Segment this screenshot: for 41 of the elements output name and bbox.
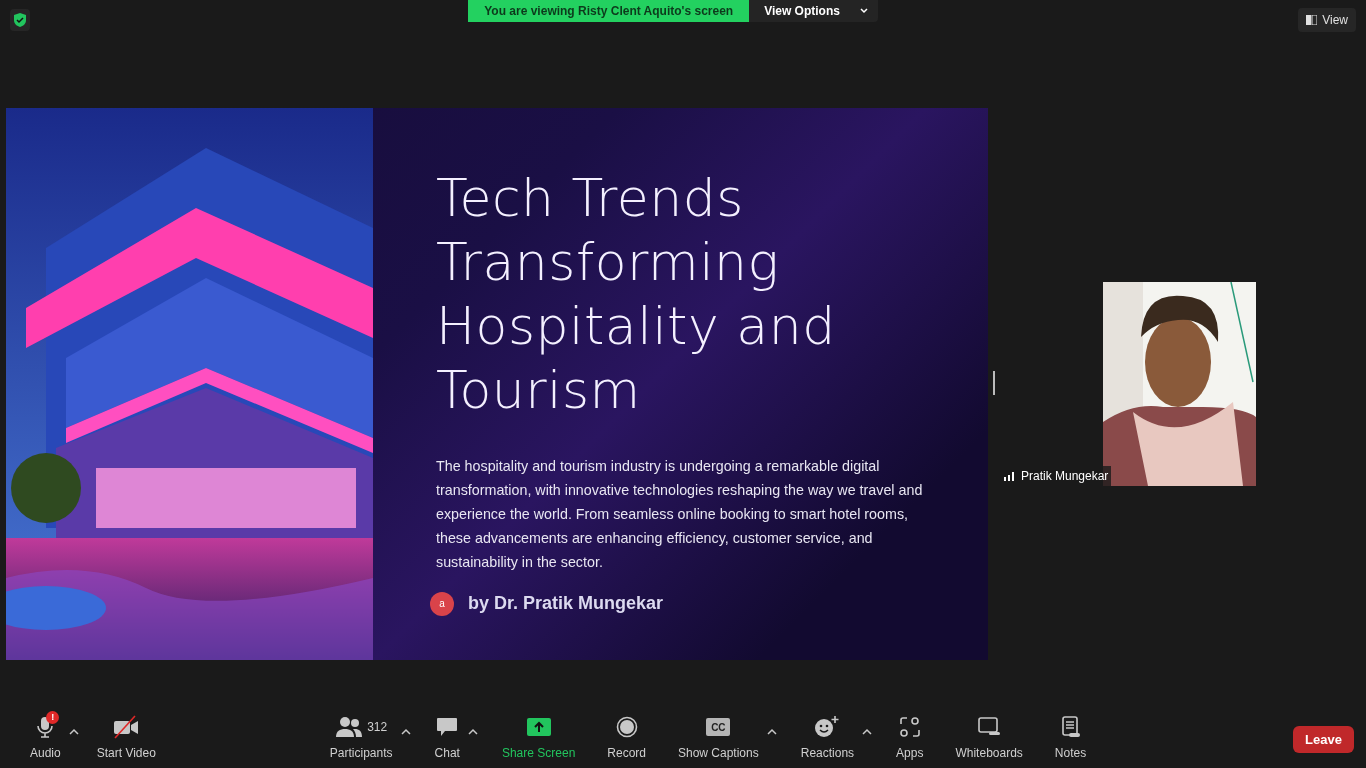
smiley-plus-icon	[814, 715, 841, 739]
chevron-down-icon	[859, 8, 868, 14]
toolbar-button[interactable]: ! Audio	[22, 710, 69, 768]
caret-icon[interactable]	[68, 728, 79, 736]
caret-icon[interactable]	[766, 728, 777, 736]
author-avatar: a	[430, 591, 454, 616]
apps-icon	[898, 716, 921, 738]
participant-name: Pratik Mungekar	[1021, 468, 1109, 485]
captions-icon: CC	[706, 718, 731, 736]
caret-icon[interactable]	[862, 728, 873, 736]
slide-description: The hospitality and tourism industry is undergoing a remarkable digital transformation, with innovative technologies reshaping the way we travel and experience the world. From seamless online booking to smart hotel rooms, these advancements are enhancing efficiency, customer service, and sustainability in the sector.	[436, 457, 924, 572]
toolbar-button[interactable]: Chat	[426, 710, 468, 768]
alert-badge: !	[46, 711, 60, 724]
toolbar-button[interactable]: Share Screen	[493, 710, 584, 768]
author-name: by Dr. Pratik Mungekar	[468, 592, 664, 615]
viewing-banner: You are viewing Risty Clent Aquito's screen	[468, 0, 750, 22]
toolbar-button[interactable]: Reactions	[792, 710, 863, 768]
slide-title: Tech Trends Transforming Hospitality and Tourism	[436, 167, 837, 422]
whiteboard-icon	[977, 716, 1002, 738]
toolbar-button[interactable]: Apps	[888, 710, 932, 768]
toolbar-button[interactable]: 312 Participants	[321, 710, 401, 768]
shield-icon[interactable]	[10, 9, 30, 31]
resize-handle[interactable]	[993, 371, 995, 395]
toolbar-button[interactable]: Record	[599, 710, 654, 768]
toolbar-button[interactable]: Start Video	[88, 710, 164, 768]
view-button[interactable]: View	[1298, 8, 1356, 32]
toolbar-button[interactable]: Notes	[1046, 710, 1095, 768]
toolbar-button[interactable]: Whiteboards	[947, 710, 1031, 768]
caret-icon[interactable]	[400, 728, 411, 736]
record-icon	[615, 716, 638, 738]
signal-icon	[1003, 471, 1017, 481]
leave-button[interactable]: Leave	[1293, 726, 1354, 753]
people-icon	[335, 716, 364, 738]
notepad-icon	[1060, 715, 1081, 739]
toolbar-button[interactable]: CC Show Captions	[670, 710, 767, 768]
caret-icon[interactable]	[467, 728, 478, 736]
camera-off-icon	[112, 715, 141, 739]
share-screen-icon	[526, 717, 551, 737]
participant-count: 312	[367, 719, 388, 736]
view-options-button[interactable]: View Options	[749, 0, 878, 22]
layout-icon	[1306, 15, 1318, 25]
